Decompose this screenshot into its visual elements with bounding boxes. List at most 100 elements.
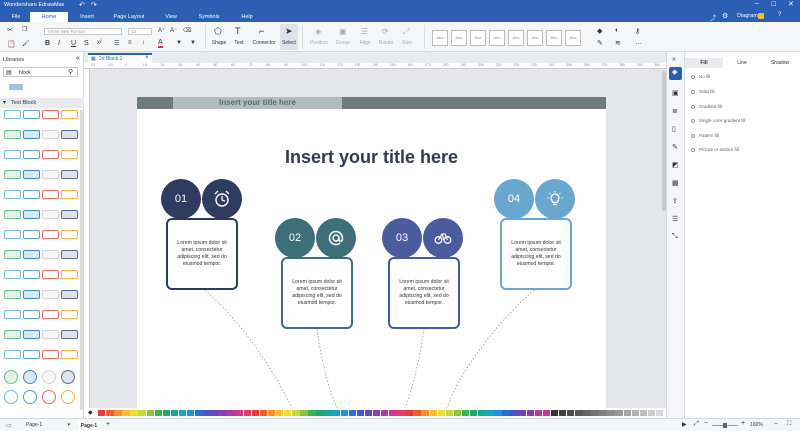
color-swatch[interactable] xyxy=(227,410,235,416)
library-symbol[interactable] xyxy=(4,290,21,299)
zoom-level[interactable]: 100% xyxy=(750,422,763,428)
page-tab[interactable]: Page-1 xyxy=(78,421,100,431)
color-swatch[interactable] xyxy=(655,410,664,416)
strike-icon[interactable]: S xyxy=(84,40,89,47)
library-symbol[interactable] xyxy=(42,330,59,339)
library-symbol[interactable] xyxy=(23,270,40,279)
menu-page-layout[interactable]: Page Layout xyxy=(108,12,150,22)
library-symbol[interactable] xyxy=(23,150,40,159)
connector-tool-label[interactable]: Connector xyxy=(250,40,278,46)
library-symbol[interactable] xyxy=(61,170,78,179)
color-swatch[interactable] xyxy=(566,410,575,416)
settings-icon[interactable]: ⚙ xyxy=(722,12,728,20)
zoom-slider-thumb[interactable] xyxy=(723,423,727,428)
style-preset-8[interactable]: Abc xyxy=(565,30,581,46)
underline-icon[interactable]: U xyxy=(71,40,76,47)
library-symbol[interactable] xyxy=(61,370,75,384)
fill-option-gradient[interactable]: Gradient fill xyxy=(691,104,722,109)
line-spacing-icon[interactable]: ↕ xyxy=(142,40,145,46)
select-tool-button[interactable]: ➤ Select xyxy=(280,24,298,50)
color-swatch[interactable] xyxy=(114,410,122,416)
library-symbol[interactable] xyxy=(61,110,78,119)
library-symbol[interactable] xyxy=(42,130,59,139)
help-icon[interactable]: ? xyxy=(778,12,781,18)
library-symbol[interactable] xyxy=(61,190,78,199)
style-preset-1[interactable]: Abc xyxy=(432,30,448,46)
color-swatch[interactable] xyxy=(170,410,179,416)
library-symbol[interactable] xyxy=(4,270,21,279)
color-swatch[interactable] xyxy=(162,410,171,416)
fit-page-icon[interactable]: ⤢ xyxy=(694,421,699,428)
fill-option-picture[interactable]: Picture or texture fill xyxy=(691,147,739,152)
line-style-icon[interactable]: ≋ xyxy=(615,39,621,47)
color-swatch[interactable] xyxy=(550,410,559,416)
library-symbol[interactable] xyxy=(61,230,78,239)
color-swatch[interactable] xyxy=(405,410,413,416)
color-swatch[interactable] xyxy=(583,410,591,416)
maximize-icon[interactable]: ☐ xyxy=(771,1,776,8)
zoom-in-icon[interactable]: + xyxy=(741,420,745,427)
library-symbol[interactable] xyxy=(23,310,40,319)
color-swatch[interactable] xyxy=(429,410,437,416)
color-swatch[interactable] xyxy=(364,410,373,416)
group-tool-label[interactable]: Group xyxy=(334,40,352,46)
color-swatch[interactable] xyxy=(461,410,470,416)
font-color-icon[interactable]: A xyxy=(158,39,163,48)
color-swatch[interactable] xyxy=(292,410,300,416)
color-swatch[interactable] xyxy=(445,410,454,416)
style-preset-3[interactable]: Abc xyxy=(470,30,486,46)
library-symbol[interactable] xyxy=(4,350,21,359)
recent-symbol[interactable] xyxy=(9,84,23,90)
add-page-icon[interactable]: + xyxy=(106,421,110,428)
color-swatch[interactable] xyxy=(453,410,462,416)
library-symbol[interactable] xyxy=(23,190,40,199)
library-symbol[interactable] xyxy=(23,250,40,259)
color-swatch[interactable] xyxy=(275,410,284,416)
menu-help[interactable]: Help xyxy=(236,12,258,22)
fullscreen-icon[interactable]: ⛶ xyxy=(787,421,791,428)
font-name-select[interactable]: Times New Roman xyxy=(44,28,122,35)
library-symbol[interactable] xyxy=(4,130,21,139)
library-symbol[interactable] xyxy=(23,290,40,299)
color-swatch[interactable] xyxy=(478,410,486,416)
library-symbol[interactable] xyxy=(23,110,40,119)
color-swatch[interactable] xyxy=(599,410,607,416)
library-symbol[interactable] xyxy=(42,350,59,359)
color-swatch[interactable] xyxy=(186,410,195,416)
library-symbol[interactable] xyxy=(61,130,78,139)
superscript-icon[interactable]: x² xyxy=(97,40,102,46)
menu-insert[interactable]: Insert xyxy=(74,12,100,22)
color-swatch[interactable] xyxy=(413,410,421,416)
clear-format-icon[interactable]: ⌫ xyxy=(183,27,191,34)
expand-panel-icon[interactable]: » xyxy=(672,56,676,63)
bold-icon[interactable]: B xyxy=(45,40,50,47)
color-swatch[interactable] xyxy=(259,410,268,416)
color-swatch[interactable] xyxy=(300,410,308,416)
library-symbol[interactable] xyxy=(4,330,21,339)
fill-panel-button[interactable]: ◆ xyxy=(669,67,682,80)
library-symbol[interactable] xyxy=(23,170,40,179)
library-symbol[interactable] xyxy=(61,390,75,404)
format-icon[interactable]: ☰ xyxy=(672,215,678,223)
image-icon[interactable]: ▣ xyxy=(672,89,679,97)
size-tool-label[interactable]: Size xyxy=(398,40,416,46)
panel-collapse-icon[interactable]: « xyxy=(76,55,80,62)
color-swatch[interactable] xyxy=(502,410,510,416)
italic-icon[interactable]: I xyxy=(58,40,60,47)
color-swatch[interactable] xyxy=(372,410,381,416)
library-symbol[interactable] xyxy=(61,270,78,279)
color-swatch[interactable] xyxy=(381,410,389,416)
color-swatch[interactable] xyxy=(421,410,429,416)
color-swatch[interactable] xyxy=(356,410,365,416)
search-box[interactable]: ▤ block ⚲ xyxy=(3,67,78,77)
color-swatch[interactable] xyxy=(518,410,526,416)
library-symbol[interactable] xyxy=(61,210,78,219)
menu-file[interactable]: File xyxy=(6,12,26,22)
color-swatch[interactable] xyxy=(494,410,502,416)
library-symbol[interactable] xyxy=(4,150,21,159)
align-tool-label[interactable]: Align xyxy=(356,40,374,46)
paste-icon[interactable]: 📋 xyxy=(7,40,16,48)
tab-fill[interactable]: Fill xyxy=(685,58,723,68)
lock-icon[interactable]: ⚷ xyxy=(635,27,640,35)
library-symbol[interactable] xyxy=(42,230,59,239)
